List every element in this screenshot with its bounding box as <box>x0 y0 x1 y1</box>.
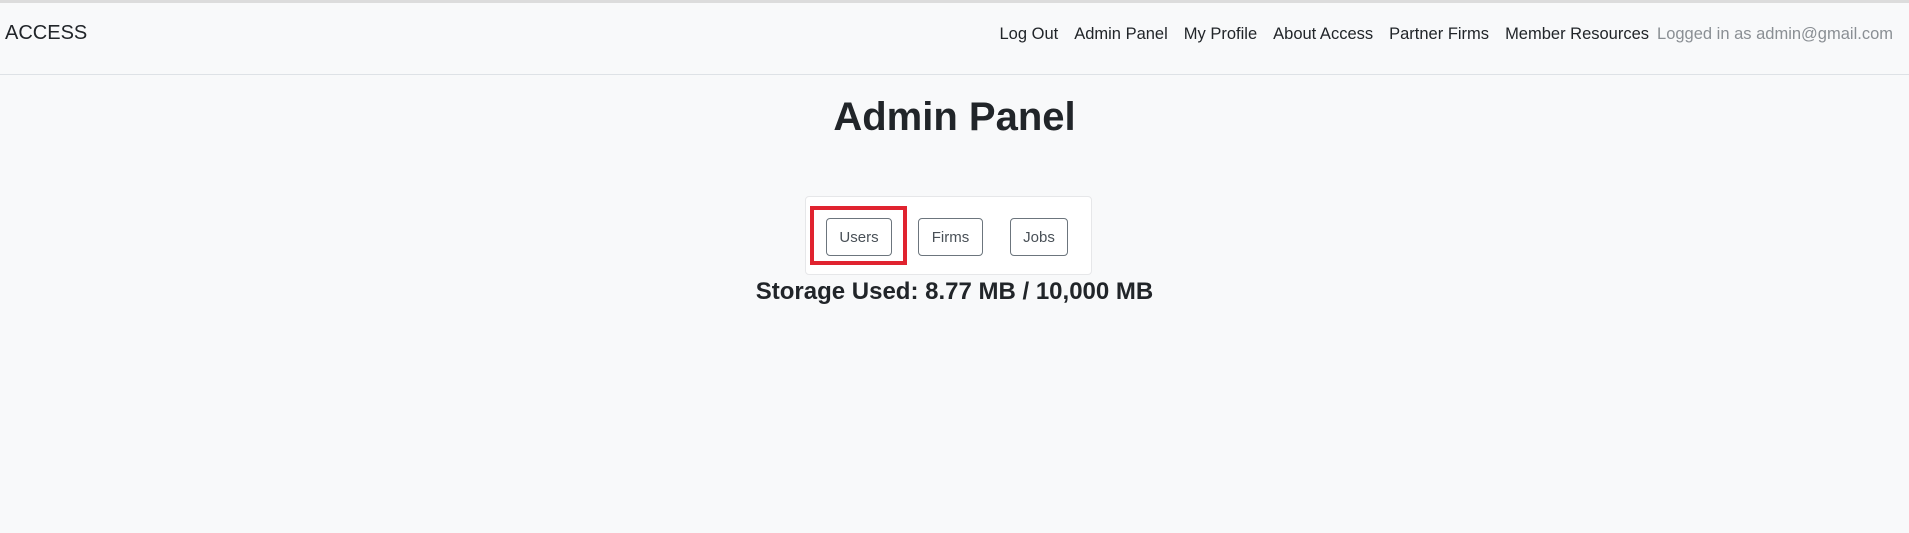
navbar: ACCESS Log Out Admin Panel My Profile Ab… <box>0 3 1909 75</box>
nav-link-about-access[interactable]: About Access <box>1273 21 1373 47</box>
nav-link-log-out[interactable]: Log Out <box>1000 21 1059 47</box>
page-title: Admin Panel <box>833 95 1076 139</box>
nav-link-admin-panel[interactable]: Admin Panel <box>1074 21 1168 47</box>
brand-link[interactable]: ACCESS <box>5 20 87 46</box>
nav-link-member-resources[interactable]: Member Resources <box>1505 21 1649 47</box>
firms-button[interactable]: Firms <box>918 218 983 256</box>
nav-link-partner-firms[interactable]: Partner Firms <box>1389 21 1489 47</box>
users-button[interactable]: Users <box>826 218 892 256</box>
nav-link-my-profile[interactable]: My Profile <box>1184 21 1257 47</box>
storage-usage: Storage Used: 8.77 MB / 10,000 MB <box>755 278 1154 305</box>
jobs-button[interactable]: Jobs <box>1010 218 1068 256</box>
admin-button-group: Users Firms Jobs <box>805 196 1092 275</box>
nav-links: Log Out Admin Panel My Profile About Acc… <box>1000 21 1894 47</box>
logged-in-status: Logged in as admin@gmail.com <box>1657 25 1893 43</box>
